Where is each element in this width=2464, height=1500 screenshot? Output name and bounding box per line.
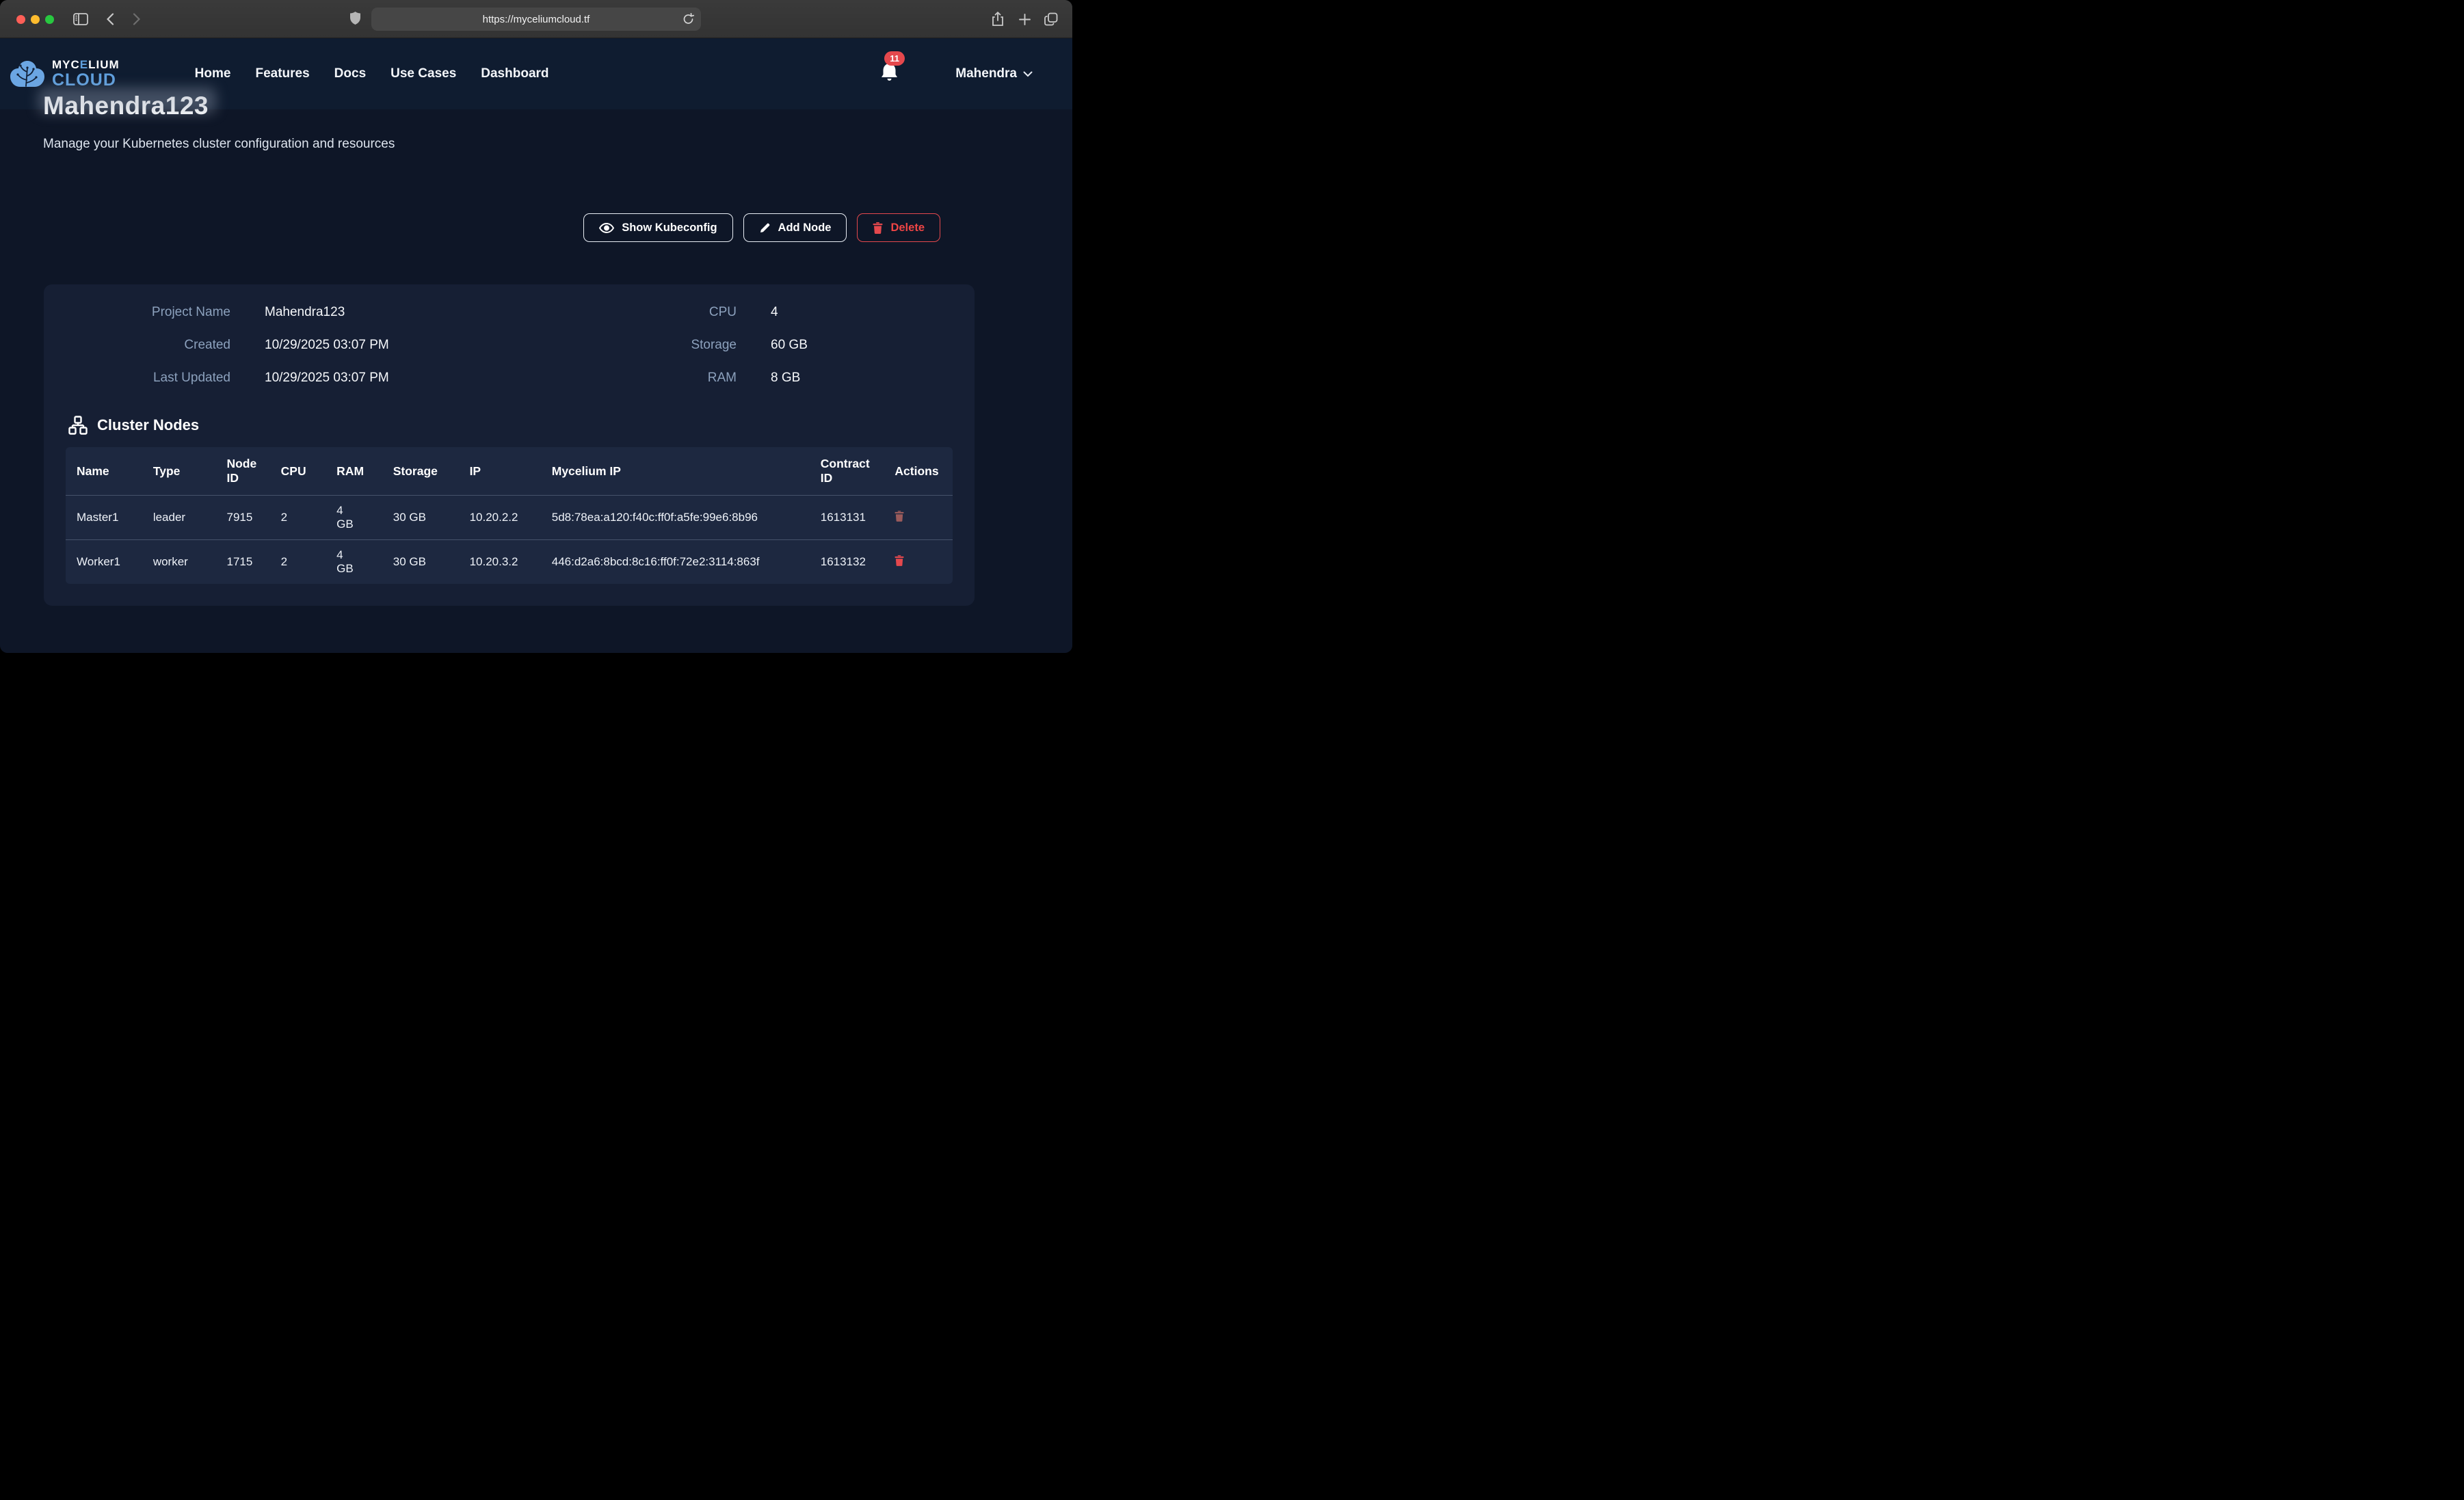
trash-icon	[895, 555, 904, 566]
node-contract-id: 1613131	[810, 496, 884, 540]
project-name-value: Mahendra123	[265, 305, 559, 320]
col-node-id: Node ID	[215, 447, 269, 496]
node-ip: 10.20.3.2	[459, 540, 541, 585]
blur-redaction	[38, 88, 216, 113]
nav-home[interactable]: Home	[195, 66, 231, 81]
privacy-shield-icon[interactable]	[350, 12, 360, 25]
created-value: 10/29/2025 03:07 PM	[265, 338, 559, 353]
nav-docs[interactable]: Docs	[334, 66, 366, 81]
col-actions: Actions	[884, 447, 953, 496]
node-name: Worker1	[66, 540, 142, 585]
node-type: leader	[142, 496, 216, 540]
node-cpu: 2	[270, 540, 326, 585]
table-header-row: Name Type Node ID CPU RAM Storage IP Myc…	[66, 447, 953, 496]
project-name-label: Project Name	[87, 305, 265, 320]
url-text: https://myceliumcloud.tf	[483, 14, 590, 25]
brand-logo[interactable]: MYCELIUM CLOUD	[10, 59, 120, 89]
node-ip: 10.20.2.2	[459, 496, 541, 540]
node-actions	[884, 540, 953, 585]
reload-icon[interactable]	[683, 13, 694, 25]
forward-icon[interactable]	[126, 10, 146, 29]
node-storage: 30 GB	[382, 540, 459, 585]
cluster-actions: Show Kubeconfig Add Node Delete	[583, 213, 940, 242]
delete-node-button[interactable]	[895, 555, 904, 566]
share-icon[interactable]	[988, 10, 1008, 29]
brand-name: MYCELIUM CLOUD	[52, 59, 120, 89]
storage-label: Storage	[559, 338, 771, 353]
trash-icon	[873, 222, 883, 234]
chevron-down-icon	[1023, 71, 1033, 77]
network-nodes-icon	[68, 416, 88, 435]
last-updated-value: 10/29/2025 03:07 PM	[265, 371, 559, 386]
nav-features[interactable]: Features	[255, 66, 309, 81]
cloud-tree-logo-icon	[10, 59, 45, 88]
delete-cluster-button[interactable]: Delete	[857, 213, 940, 242]
pencil-icon	[759, 222, 771, 234]
node-id: 1715	[215, 540, 269, 585]
node-contract-id: 1613132	[810, 540, 884, 585]
address-bar[interactable]: https://myceliumcloud.tf	[371, 8, 701, 31]
cluster-nodes-heading: Cluster Nodes	[68, 416, 975, 435]
ram-value: 8 GB	[771, 371, 947, 386]
node-ram: 4 GB	[326, 496, 382, 540]
main-nav: Home Features Docs Use Cases Dashboard	[195, 66, 549, 81]
sidebar-toggle-icon[interactable]	[70, 10, 91, 29]
col-type: Type	[142, 447, 216, 496]
node-type: worker	[142, 540, 216, 585]
node-id: 7915	[215, 496, 269, 540]
col-ip: IP	[459, 447, 541, 496]
last-updated-label: Last Updated	[87, 371, 265, 386]
ram-label: RAM	[559, 371, 771, 386]
col-name: Name	[66, 447, 142, 496]
back-icon[interactable]	[100, 10, 120, 29]
col-contract-id: Contract ID	[810, 447, 884, 496]
new-tab-icon[interactable]	[1014, 10, 1035, 29]
cpu-value: 4	[771, 305, 947, 320]
col-ram: RAM	[326, 447, 382, 496]
storage-value: 60 GB	[771, 338, 947, 353]
browser-window: https://myceliumcloud.tf	[0, 0, 1072, 653]
node-mycelium-ip: 5d8:78ea:a120:f40c:ff0f:a5fe:99e6:8b96	[541, 496, 810, 540]
node-mycelium-ip: 446:d2a6:8bcd:8c16:ff0f:72e2:3114:863f	[541, 540, 810, 585]
cluster-info-grid: Project Name Mahendra123 CPU 4 Created 1…	[44, 284, 975, 386]
table-row: Master1 leader 7915 2 4 GB 30 GB 10.20.2…	[66, 496, 953, 540]
table-row: Worker1 worker 1715 2 4 GB 30 GB 10.20.3…	[66, 540, 953, 585]
node-name: Master1	[66, 496, 142, 540]
browser-toolbar: https://myceliumcloud.tf	[0, 0, 1072, 38]
user-menu[interactable]: Mahendra	[955, 66, 1033, 81]
trash-icon	[895, 511, 904, 522]
notification-badge: 11	[884, 51, 905, 66]
cpu-label: CPU	[559, 305, 771, 320]
add-node-button[interactable]: Add Node	[743, 213, 847, 242]
nav-dashboard[interactable]: Dashboard	[481, 66, 548, 81]
page-subtitle: Manage your Kubernetes cluster configura…	[43, 137, 395, 152]
node-actions	[884, 496, 953, 540]
close-window-button[interactable]	[16, 15, 25, 24]
col-cpu: CPU	[270, 447, 326, 496]
col-storage: Storage	[382, 447, 459, 496]
node-ram: 4 GB	[326, 540, 382, 585]
notifications-button[interactable]: 11	[880, 62, 901, 85]
cluster-page: Mahendra123 Manage your Kubernetes clust…	[0, 109, 1072, 653]
col-mycelium-ip: Mycelium IP	[541, 447, 810, 496]
node-storage: 30 GB	[382, 496, 459, 540]
cluster-nodes-table: Name Type Node ID CPU RAM Storage IP Myc…	[66, 447, 953, 584]
created-label: Created	[87, 338, 265, 353]
cluster-details-card: Project Name Mahendra123 CPU 4 Created 1…	[44, 284, 975, 606]
show-kubeconfig-button[interactable]: Show Kubeconfig	[583, 213, 732, 242]
cluster-nodes-title: Cluster Nodes	[97, 416, 199, 434]
zoom-window-button[interactable]	[45, 15, 54, 24]
node-cpu: 2	[270, 496, 326, 540]
user-name: Mahendra	[955, 66, 1017, 81]
eye-icon	[599, 223, 614, 233]
delete-node-button[interactable]	[895, 511, 904, 522]
nav-use-cases[interactable]: Use Cases	[390, 66, 456, 81]
tab-overview-icon[interactable]	[1041, 10, 1061, 29]
minimize-window-button[interactable]	[31, 15, 40, 24]
